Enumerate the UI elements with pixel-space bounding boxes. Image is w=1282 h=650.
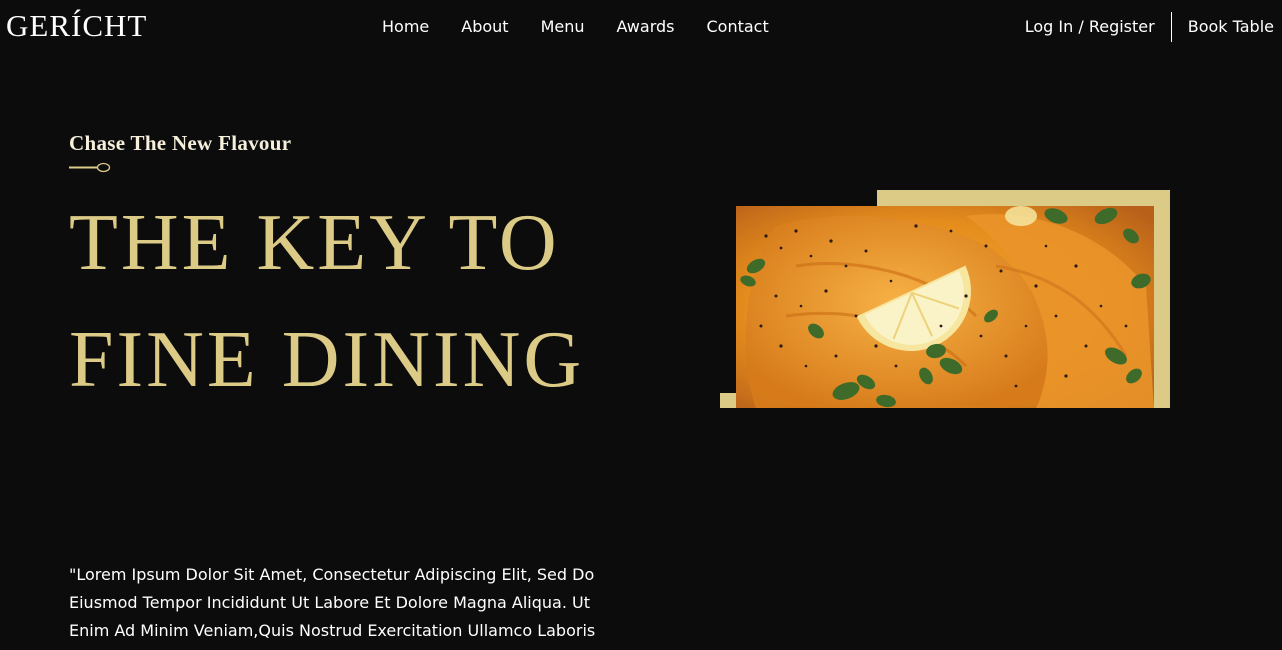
login-register-link[interactable]: Log In / Register xyxy=(1025,12,1171,42)
hero-subtitle: Chase The New Flavour xyxy=(69,131,292,155)
spoon-icon xyxy=(69,162,111,173)
book-table-link[interactable]: Book Table xyxy=(1172,12,1274,42)
hero-description: "Lorem Ipsum Dolor Sit Amet, Consectetur… xyxy=(69,565,596,640)
hero-title: THE KEY TO FINE DINING xyxy=(69,199,585,404)
logo[interactable]: GERÍCHT xyxy=(6,8,147,44)
hero-image-frame xyxy=(720,190,1170,408)
page: GERÍCHT Home About Menu Awards Contact L… xyxy=(0,0,1282,650)
nav-about[interactable]: About xyxy=(461,16,508,38)
nav-home[interactable]: Home xyxy=(382,16,429,38)
nav-awards[interactable]: Awards xyxy=(617,16,675,38)
nav-actions: Log In / Register Book Table xyxy=(1025,12,1274,42)
nav-menu[interactable]: Menu xyxy=(541,16,585,38)
food-image xyxy=(736,206,1154,408)
main-nav: Home About Menu Awards Contact xyxy=(382,16,801,38)
food-image-art xyxy=(736,206,1154,408)
nav-contact[interactable]: Contact xyxy=(706,16,768,38)
